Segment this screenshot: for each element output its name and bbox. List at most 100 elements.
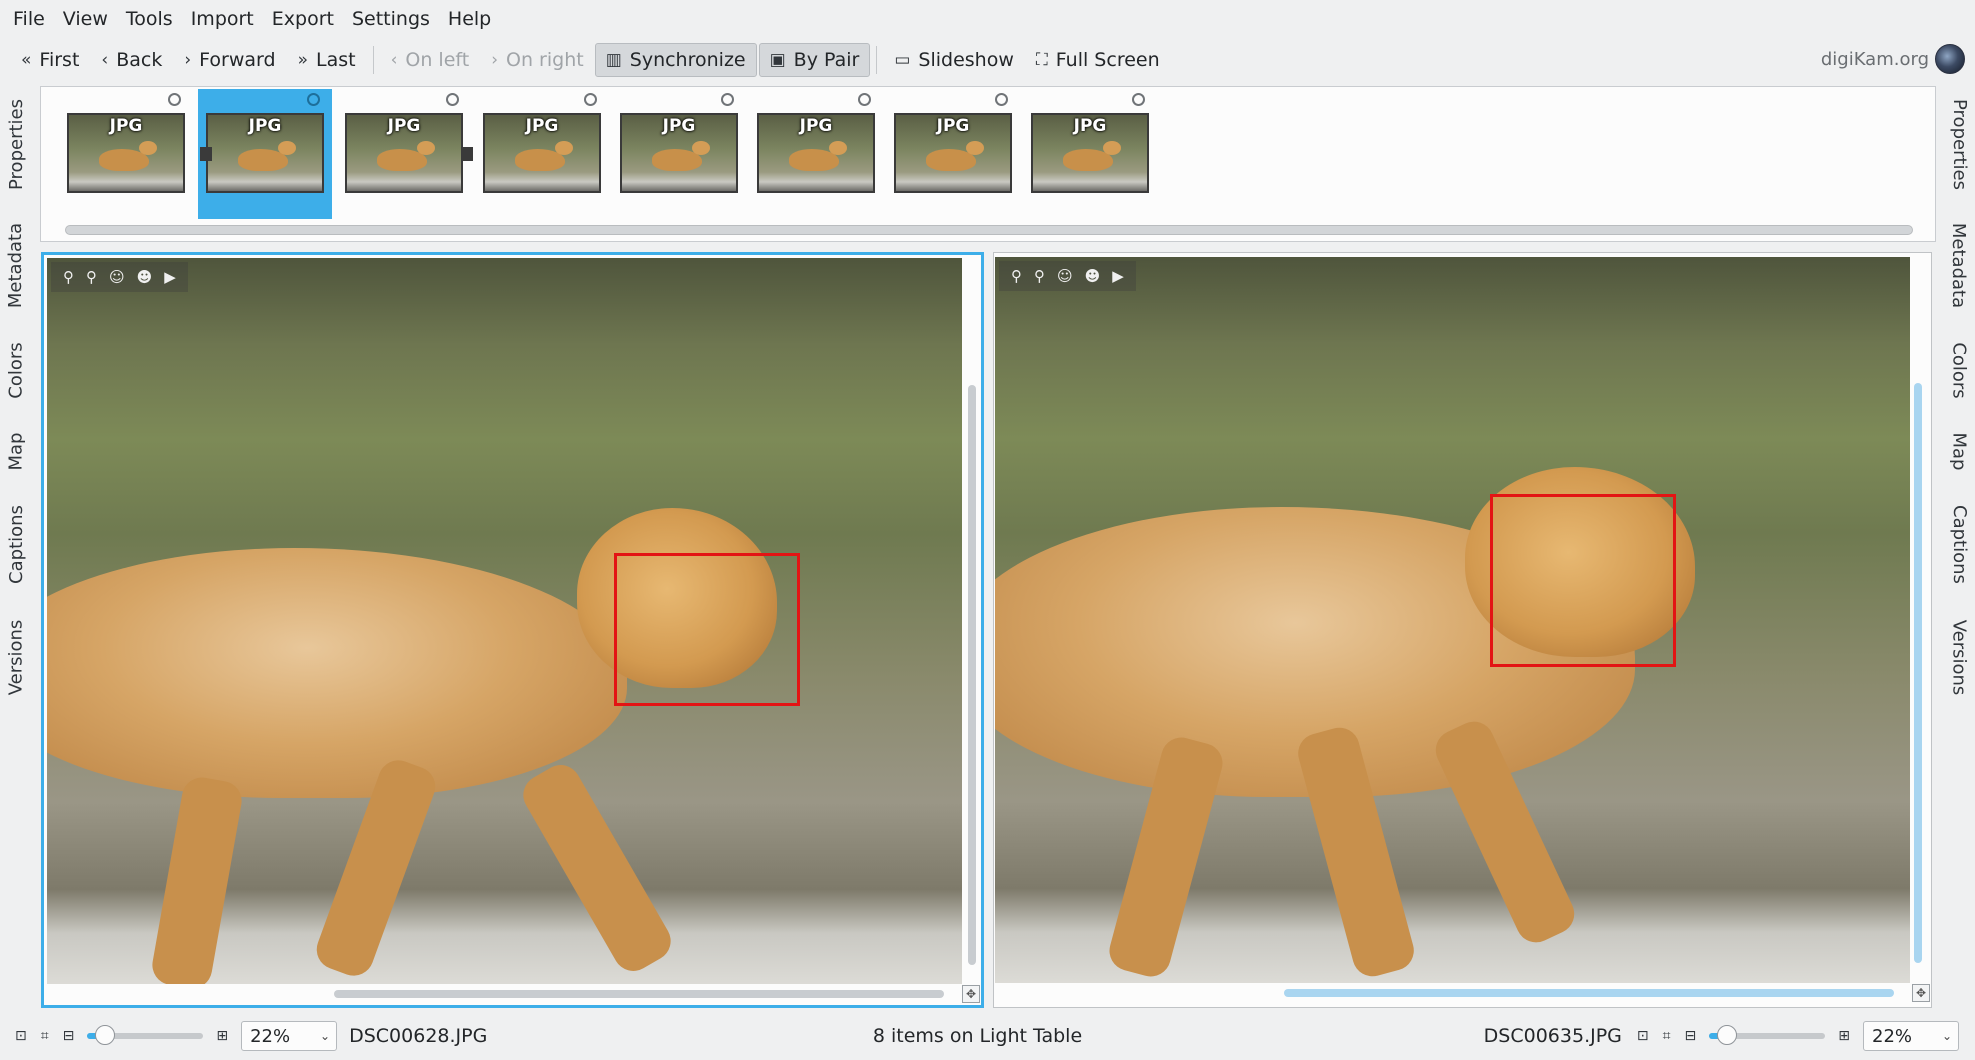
right-tab-versions-label: Versions <box>1948 619 1970 695</box>
thumbnail-3[interactable]: JPG <box>337 89 473 219</box>
face-untag-icon[interactable]: ⚲ <box>86 268 97 286</box>
thumbnail-2[interactable]: JPG <box>198 89 332 219</box>
thumbnail-4[interactable]: JPG <box>475 89 609 219</box>
thumbnail-format-badge: JPG <box>387 116 421 136</box>
menu-view[interactable]: View <box>54 0 117 38</box>
thumbnail-8[interactable]: JPG <box>1023 89 1157 219</box>
face-detection-box[interactable] <box>614 553 800 706</box>
left-tab-colors[interactable]: Colors <box>2 328 30 412</box>
thumbnail-image: JPG <box>620 113 738 193</box>
status-bar: ⊡ ⌗ ⊟ ⊞ 22% ⌄ DSC00628.JPG 8 items on Li… <box>0 1018 1975 1054</box>
play-icon[interactable]: ▶ <box>164 268 176 286</box>
main-toolbar: « First ‹ Back › Forward » Last ‹ On lef… <box>0 40 1975 80</box>
fullscreen-icon: ⛶ <box>1035 50 1048 70</box>
face-tag-icon[interactable]: ⚲ <box>63 268 74 286</box>
add-person-icon[interactable]: ☻ <box>1085 267 1101 285</box>
full-screen-label: Full Screen <box>1055 49 1160 71</box>
last-button[interactable]: » Last <box>287 43 367 77</box>
filmstrip-scrollbar[interactable] <box>65 225 1913 235</box>
menu-settings[interactable]: Settings <box>343 0 439 38</box>
person-icon[interactable]: ☺ <box>109 268 125 286</box>
right-tab-colors[interactable]: Colors <box>1945 328 1973 412</box>
on-left-button[interactable]: ‹ On left <box>380 43 481 77</box>
right-zoom-value: 22% <box>1872 1025 1913 1047</box>
first-button[interactable]: « First <box>10 43 90 77</box>
menu-bar: File View Tools Import Export Settings H… <box>0 0 1975 38</box>
right-sidebar: Properties Metadata Colors Map Captions … <box>1943 84 1975 724</box>
slideshow-label: Slideshow <box>918 49 1014 71</box>
face-tools-bar: ⚲ ⚲ ☺ ☻ ▶ <box>999 261 1136 291</box>
right-tab-metadata[interactable]: Metadata <box>1945 210 1973 320</box>
double-chevron-right-icon: » <box>297 50 308 70</box>
thumbnail-5[interactable]: JPG <box>612 89 746 219</box>
left-tab-captions[interactable]: Captions <box>2 492 30 596</box>
add-person-icon[interactable]: ☻ <box>137 268 153 286</box>
synchronize-toggle[interactable]: ▥ Synchronize <box>594 43 757 77</box>
back-button[interactable]: ‹ Back <box>90 43 173 77</box>
geolocation-icon <box>446 93 459 106</box>
right-zoom-slider-handle[interactable] <box>1716 1025 1737 1045</box>
menu-help[interactable]: Help <box>439 0 500 38</box>
chevron-right-icon: › <box>184 50 192 70</box>
right-tab-captions[interactable]: Captions <box>1945 492 1973 596</box>
thumbnail-format-badge: JPG <box>109 116 143 136</box>
thumbnail-6[interactable]: JPG <box>749 89 883 219</box>
right-tab-map[interactable]: Map <box>1945 418 1973 484</box>
thumbnail-format-badge: JPG <box>248 116 282 136</box>
face-detection-box[interactable] <box>1490 494 1676 667</box>
zoom-in-icon[interactable]: ⊞ <box>1838 1028 1850 1044</box>
thumbnail-1[interactable]: JPG <box>59 89 193 219</box>
play-icon[interactable]: ▶ <box>1112 267 1124 285</box>
face-tools-bar: ⚲ ⚲ ☺ ☻ ▶ <box>51 262 188 292</box>
thumbnail-format-badge: JPG <box>662 116 696 136</box>
on-right-button[interactable]: › On right <box>480 43 595 77</box>
left-tab-colors-label: Colors <box>5 341 27 399</box>
menu-tools[interactable]: Tools <box>117 0 182 38</box>
pair-icon: ▣ <box>769 50 786 70</box>
thumbnail-image: JPG <box>483 113 601 193</box>
double-chevron-left-icon: « <box>21 50 32 70</box>
full-screen-button[interactable]: ⛶ Full Screen <box>1025 43 1171 77</box>
left-tab-map-label: Map <box>5 432 27 470</box>
right-zoom-slider[interactable] <box>1709 1025 1826 1045</box>
forward-button[interactable]: › Forward <box>173 43 286 77</box>
digikam-logo-icon <box>1935 44 1965 74</box>
left-tab-properties[interactable]: Properties <box>2 84 30 204</box>
zoom-out-icon[interactable]: ⊟ <box>1685 1028 1697 1044</box>
thumbnail-image: JPG <box>894 113 1012 193</box>
toolbar-separator <box>876 46 878 74</box>
menu-import[interactable]: Import <box>182 0 263 38</box>
zoom-fit-icon[interactable]: ⊡ <box>1637 1028 1649 1044</box>
face-tag-icon[interactable]: ⚲ <box>1011 267 1022 285</box>
person-icon[interactable]: ☺ <box>1057 267 1073 285</box>
digikam-brand[interactable]: digiKam.org <box>1821 44 1965 74</box>
left-tab-versions-label: Versions <box>5 619 27 695</box>
zoom-100-icon[interactable]: ⌗ <box>1663 1028 1671 1044</box>
right-preview-pane[interactable]: ⚲ ⚲ ☺ ☻ ▶ ✥ <box>993 252 1932 1008</box>
right-tab-captions-label: Captions <box>1948 504 1970 584</box>
left-tab-map[interactable]: Map <box>2 418 30 484</box>
right-tab-properties[interactable]: Properties <box>1945 84 1973 204</box>
thumbnail-7[interactable]: JPG <box>886 89 1020 219</box>
left-tab-versions[interactable]: Versions <box>2 604 30 710</box>
chevron-left-icon: ‹ <box>390 50 398 70</box>
left-tab-metadata-label: Metadata <box>5 222 27 308</box>
face-untag-icon[interactable]: ⚲ <box>1034 267 1045 285</box>
light-table-filmstrip: JPG JPG JPG JPG JPG JPG JPG JPG <box>40 86 1936 242</box>
by-pair-toggle[interactable]: ▣ By Pair <box>758 43 871 77</box>
right-navigate-corner-icon[interactable]: ✥ <box>1912 984 1930 1002</box>
left-preview-pane[interactable]: ⚲ ⚲ ☺ ☻ ▶ ✥ <box>41 252 984 1008</box>
right-horizontal-scrollbar[interactable] <box>1284 989 1894 997</box>
slideshow-button[interactable]: ▭ Slideshow <box>883 43 1025 77</box>
menu-export[interactable]: Export <box>263 0 343 38</box>
left-vertical-scrollbar[interactable] <box>968 385 976 965</box>
right-zoom-combo[interactable]: 22% ⌄ <box>1863 1021 1959 1051</box>
right-vertical-scrollbar[interactable] <box>1914 383 1922 963</box>
brand-text: digiKam.org <box>1820 48 1929 70</box>
right-tab-versions[interactable]: Versions <box>1945 604 1973 710</box>
left-tab-metadata[interactable]: Metadata <box>2 210 30 320</box>
menu-file[interactable]: File <box>4 0 54 38</box>
left-horizontal-scrollbar[interactable] <box>334 990 944 998</box>
left-navigate-corner-icon[interactable]: ✥ <box>962 985 980 1003</box>
thumbnail-format-badge: JPG <box>936 116 970 136</box>
